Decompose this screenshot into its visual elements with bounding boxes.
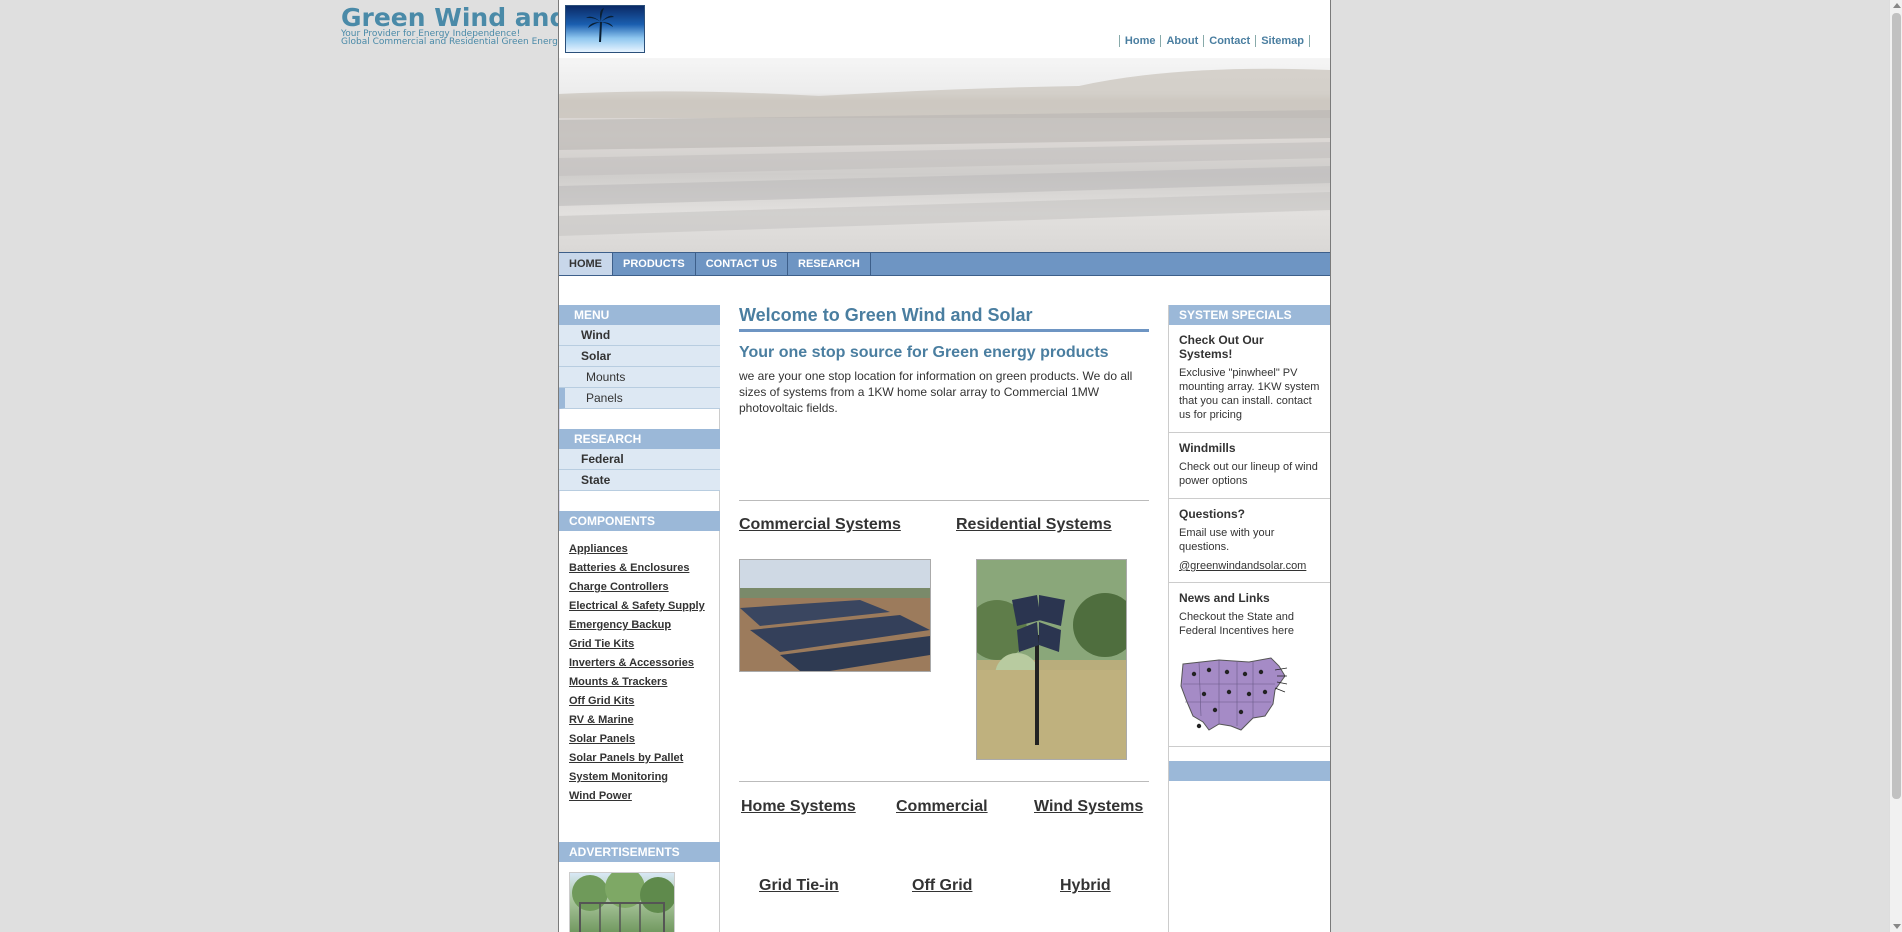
palm-tree-icon <box>586 8 614 42</box>
top-links: Home About Contact Sitemap <box>1118 35 1310 47</box>
main-content: Welcome to Green Wind and Solar Your one… <box>739 305 1149 894</box>
hybrid-link[interactable]: Hybrid <box>1060 877 1111 895</box>
left-sidebar: MENU Wind Solar Mounts Panels RESEARCH F… <box>559 305 720 932</box>
research-heading: RESEARCH <box>559 429 720 449</box>
divider <box>739 500 1149 501</box>
component-link[interactable]: Appliances <box>569 540 719 559</box>
special-block-questions: Questions? Email use with your questions… <box>1169 499 1330 583</box>
special-title: Windmills <box>1179 441 1236 455</box>
page-subtitle: Your one stop source for Green energy pr… <box>739 344 1109 361</box>
divider <box>739 781 1149 782</box>
intro-text: we are your one stop location for inform… <box>739 369 1133 415</box>
component-link[interactable]: Solar Panels by Pallet <box>569 749 719 768</box>
scrollbar-thumb[interactable] <box>1892 13 1901 799</box>
right-sidebar: SYSTEM SPECIALS Check Out Our Systems! E… <box>1169 305 1330 781</box>
banner-image <box>559 58 1330 252</box>
top-link-home[interactable]: Home <box>1118 35 1161 47</box>
off-grid-link[interactable]: Off Grid <box>912 877 972 895</box>
page-container: Home About Contact Sitemap HOME PRODUCTS CO… <box>558 0 1331 932</box>
components-heading: COMPONENTS <box>559 511 720 531</box>
grid-tie-in-link[interactable]: Grid Tie-in <box>759 877 839 895</box>
components-list: Appliances Batteries & Enclosures Charge… <box>559 531 720 806</box>
component-link[interactable]: Wind Power <box>569 787 719 806</box>
nav-tab-contact-us[interactable]: CONTACT US <box>696 253 789 275</box>
component-link[interactable]: Off Grid Kits <box>569 692 719 711</box>
special-text: Email use with your questions. <box>1179 527 1275 553</box>
menu-item-mounts[interactable]: Mounts <box>559 367 720 388</box>
wind-systems-link[interactable]: Wind Systems <box>1034 798 1143 816</box>
special-text: Check out our lineup of wind power optio… <box>1179 461 1318 487</box>
menu-heading: MENU <box>559 305 720 325</box>
component-link[interactable]: Emergency Backup <box>569 616 719 635</box>
component-link[interactable]: System Monitoring <box>569 768 719 787</box>
component-link[interactable]: RV & Marine <box>569 711 719 730</box>
component-link[interactable]: Mounts & Trackers <box>569 673 719 692</box>
main-nav: HOME PRODUCTS CONTACT US RESEARCH <box>559 252 1330 276</box>
commercial-link[interactable]: Commercial <box>896 798 988 816</box>
top-link-about[interactable]: About <box>1160 35 1203 47</box>
right-sidebar-footer <box>1169 761 1330 781</box>
special-text: Checkout the State and Federal Incentive… <box>1179 611 1294 637</box>
scroll-up-icon[interactable] <box>1893 3 1901 8</box>
advertisement-image[interactable] <box>569 872 675 932</box>
commercial-systems-link[interactable]: Commercial Systems <box>739 516 901 534</box>
component-link[interactable]: Charge Controllers <box>569 578 719 597</box>
research-item-state[interactable]: State <box>559 470 720 491</box>
nav-tab-home[interactable]: HOME <box>559 253 613 275</box>
commercial-systems-image[interactable] <box>739 559 931 672</box>
email-link[interactable]: @greenwindandsolar.com <box>1179 560 1320 572</box>
menu-item-wind[interactable]: Wind <box>559 325 720 346</box>
residential-systems-image[interactable] <box>976 559 1127 760</box>
component-link[interactable]: Electrical & Safety Supply <box>569 597 719 616</box>
residential-systems-link[interactable]: Residential Systems <box>956 516 1112 534</box>
special-title: Questions? <box>1179 507 1246 521</box>
nav-tab-products[interactable]: PRODUCTS <box>613 253 696 275</box>
site-logo[interactable] <box>565 5 645 53</box>
top-link-contact[interactable]: Contact <box>1203 35 1255 47</box>
component-link[interactable]: Inverters & Accessories <box>569 654 719 673</box>
special-block-systems: Check Out Our Systems! Exclusive "pinwhe… <box>1169 325 1330 433</box>
home-systems-link[interactable]: Home Systems <box>741 798 856 816</box>
special-text: Exclusive "pinwheel" PV mounting array. … <box>1179 367 1320 421</box>
special-block-windmills: Windmills Check out our lineup of wind p… <box>1169 433 1330 499</box>
scroll-down-icon[interactable] <box>1893 924 1901 929</box>
menu-item-panels[interactable]: Panels <box>559 388 720 409</box>
special-title: News and Links <box>1179 591 1270 605</box>
special-title: Check Out Our Systems! <box>1179 333 1264 361</box>
special-block-news: News and Links Checkout the State and Fe… <box>1169 583 1330 747</box>
advertisements-heading: ADVERTISEMENTS <box>559 842 720 862</box>
component-link[interactable]: Batteries & Enclosures <box>569 559 719 578</box>
page-title: Welcome to Green Wind and Solar <box>739 305 1149 332</box>
scrollbar[interactable] <box>1889 0 1902 932</box>
system-specials-heading: SYSTEM SPECIALS <box>1169 305 1330 325</box>
research-item-federal[interactable]: Federal <box>559 449 720 470</box>
nav-tab-research[interactable]: RESEARCH <box>788 253 871 275</box>
us-map-icon[interactable] <box>1179 646 1289 736</box>
top-link-sitemap[interactable]: Sitemap <box>1255 35 1310 47</box>
component-link[interactable]: Solar Panels <box>569 730 719 749</box>
menu-item-solar[interactable]: Solar <box>559 346 720 367</box>
component-link[interactable]: Grid Tie Kits <box>569 635 719 654</box>
